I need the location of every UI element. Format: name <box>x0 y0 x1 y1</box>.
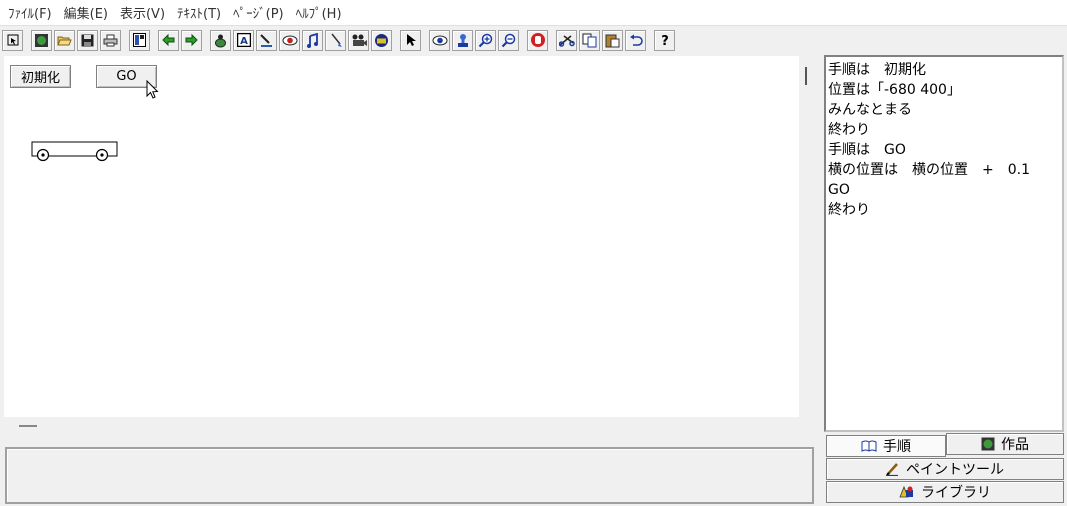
music-icon[interactable] <box>302 29 323 51</box>
menu-edit[interactable]: 編集(E) <box>60 3 116 22</box>
svg-text:?: ? <box>661 34 669 47</box>
tab-works[interactable]: 作品 <box>946 433 1064 455</box>
zoom-in-icon[interactable] <box>475 29 496 51</box>
book-icon <box>861 440 877 452</box>
select-arrow-icon[interactable] <box>2 29 23 51</box>
globe-icon[interactable] <box>31 29 52 51</box>
stamp-icon[interactable] <box>452 29 473 51</box>
tab-procedure-label: 手順 <box>883 439 911 455</box>
layout-icon[interactable] <box>129 29 150 51</box>
mouse-cursor-icon <box>146 80 159 99</box>
script-line: みんなとまる <box>828 102 912 118</box>
camera-icon[interactable] <box>371 29 392 51</box>
cut-icon[interactable] <box>556 29 577 51</box>
zoom-out-icon[interactable] <box>498 29 519 51</box>
back-arrow-icon[interactable] <box>158 29 179 51</box>
script-line: 手順は 初期化 <box>828 62 926 78</box>
movie-icon[interactable] <box>348 29 369 51</box>
message-area[interactable] <box>5 447 814 504</box>
open-folder-icon[interactable] <box>54 29 75 51</box>
shapes-icon <box>899 485 915 499</box>
paste-icon[interactable] <box>602 29 623 51</box>
script-line: 横の位置は 横の位置 + 0.1 <box>828 162 1030 178</box>
menu-page[interactable]: ﾍﾟｰｼﾞ(P) <box>229 3 291 22</box>
script-line: 終わり <box>828 122 870 138</box>
menu-bar: ﾌｧｲﾙ(F) 編集(E) 表示(V) ﾃｷｽﾄ(T) ﾍﾟｰｼﾞ(P) ﾍﾙﾌ… <box>0 0 1067 26</box>
toolbar: A ? <box>0 27 1067 53</box>
pointer-icon[interactable] <box>400 29 421 51</box>
forward-arrow-icon[interactable] <box>181 29 202 51</box>
tab-procedure[interactable]: 手順 <box>826 435 946 457</box>
menu-view[interactable]: 表示(V) <box>116 3 173 22</box>
tab-paint-tool[interactable]: ペイントツール <box>826 458 1064 480</box>
tab-works-label: 作品 <box>1001 437 1029 453</box>
globe-icon <box>981 437 995 451</box>
text-icon[interactable]: A <box>233 29 254 51</box>
splitter-handle[interactable] <box>805 67 807 85</box>
turtle-icon[interactable] <box>210 29 231 51</box>
stage-canvas[interactable]: 初期化 GO <box>4 56 799 417</box>
copy-icon[interactable] <box>579 29 600 51</box>
svg-text:A: A <box>240 36 248 47</box>
script-editor[interactable]: 手順は 初期化 位置は「-680 400」 みんなとまる 終わり 手順は GO … <box>824 55 1064 432</box>
print-icon[interactable] <box>100 29 121 51</box>
paint-icon[interactable] <box>256 29 277 51</box>
eye-icon[interactable] <box>429 29 450 51</box>
pencil-icon <box>886 462 900 476</box>
menu-help[interactable]: ﾍﾙﾌﾟ(H) <box>292 3 350 22</box>
cart-sprite[interactable] <box>31 141 121 165</box>
script-line: 終わり <box>828 202 870 218</box>
stop-hand-icon[interactable] <box>527 29 548 51</box>
save-icon[interactable] <box>77 29 98 51</box>
brush-icon[interactable] <box>325 29 346 51</box>
tab-library[interactable]: ライブラリ <box>826 481 1064 503</box>
script-line: 位置は「-680 400」 <box>828 82 961 98</box>
undo-icon[interactable] <box>625 29 646 51</box>
script-line: GO <box>828 182 850 198</box>
tab-library-label: ライブラリ <box>921 485 991 501</box>
record-icon[interactable] <box>279 29 300 51</box>
menu-file[interactable]: ﾌｧｲﾙ(F) <box>4 3 60 22</box>
minimize-handle[interactable] <box>19 425 37 427</box>
tab-paint-tool-label: ペイントツール <box>906 462 1004 478</box>
menu-text[interactable]: ﾃｷｽﾄ(T) <box>173 3 229 22</box>
help-icon[interactable]: ? <box>654 29 675 51</box>
init-button[interactable]: 初期化 <box>10 65 71 88</box>
script-line: 手順は GO <box>828 142 906 158</box>
